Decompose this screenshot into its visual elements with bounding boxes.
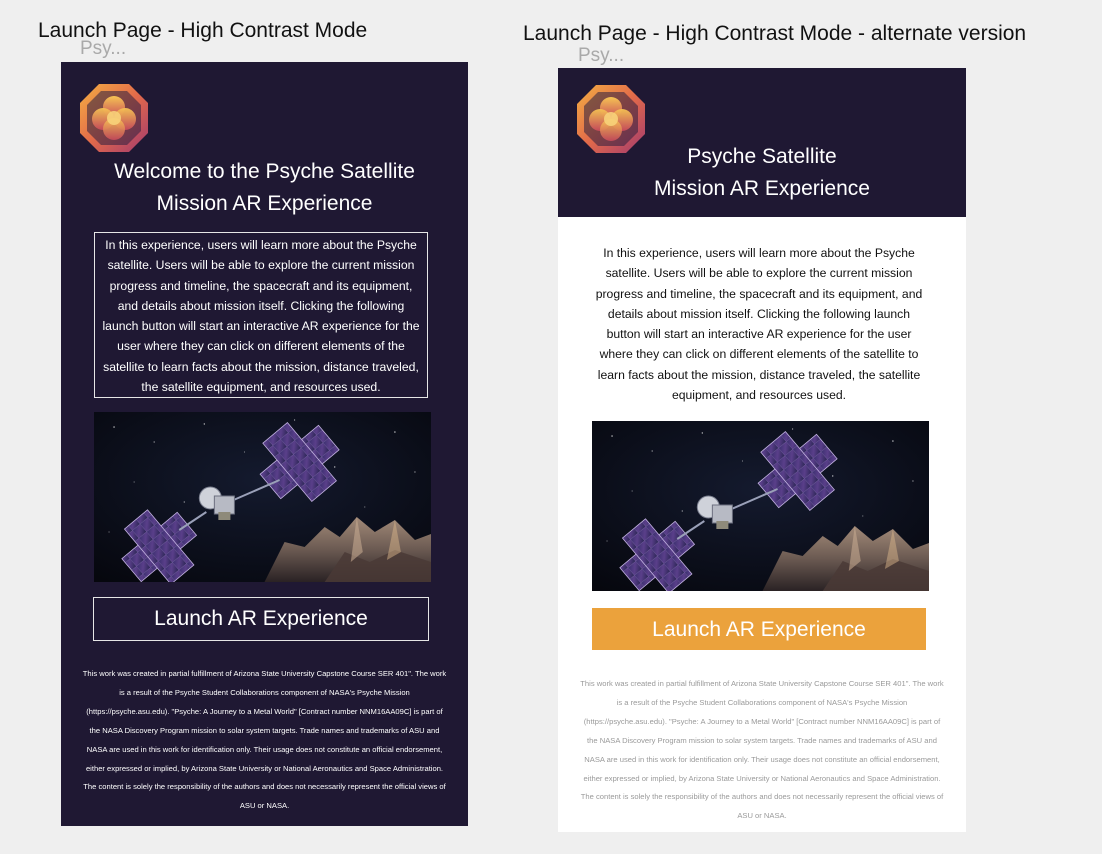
psyche-logo-icon xyxy=(79,83,149,153)
description-box: In this experience, users will learn mor… xyxy=(94,232,428,398)
frame-title-alternate: Launch Page - High Contrast Mode - alter… xyxy=(523,22,1027,45)
legal-footer: This work was created in partial fulfill… xyxy=(82,669,447,811)
header-banner: Psyche Satellite Mission AR Experience xyxy=(558,68,966,217)
heading-line-2: Mission AR Experience xyxy=(156,192,373,215)
launch-ar-button[interactable]: Launch AR Experience xyxy=(93,597,429,641)
spacecraft-hero-image xyxy=(94,412,431,582)
heading-line-1: Welcome to the Psyche Satellite xyxy=(114,160,415,183)
heading-line-1: Psyche Satellite xyxy=(687,145,837,168)
launch-page-high-contrast: Welcome to the Psyche Satellite Mission … xyxy=(61,62,468,826)
legal-footer: This work was created in partial fulfill… xyxy=(580,679,944,821)
frame-sub-label: Psy... xyxy=(80,38,127,59)
launch-page-alternate: Psyche Satellite Mission AR Experience I… xyxy=(558,68,966,832)
spacecraft-hero-image xyxy=(592,421,929,591)
page-heading: Welcome to the Psyche Satellite Mission … xyxy=(61,156,468,220)
page-heading: Psyche Satellite Mission AR Experience xyxy=(558,141,966,205)
launch-ar-button[interactable]: Launch AR Experience xyxy=(592,608,926,650)
heading-line-2: Mission AR Experience xyxy=(654,177,870,200)
frame-sub-label: Psy... xyxy=(578,45,625,66)
description-text: In this experience, users will learn mor… xyxy=(595,246,923,403)
